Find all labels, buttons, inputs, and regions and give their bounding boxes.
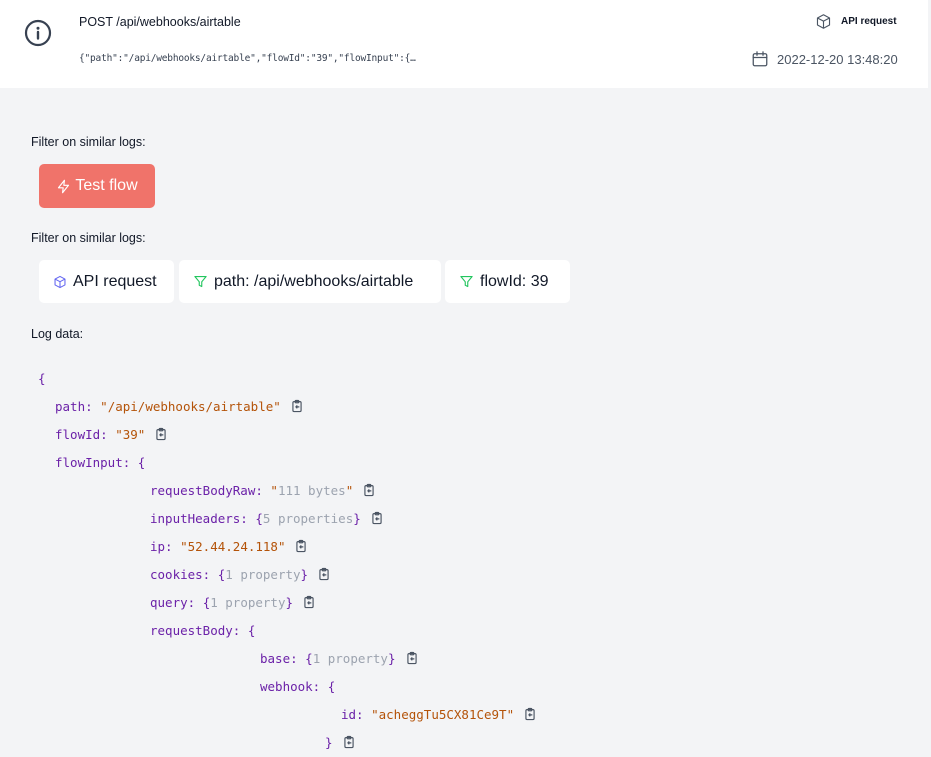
json-key: requestBodyRaw: xyxy=(150,482,263,498)
json-key: cookies: xyxy=(150,566,211,582)
json-value-summary: 111 bytes xyxy=(277,482,346,498)
json-row-flowinput: flowInput: { xyxy=(55,452,145,472)
json-quote: " xyxy=(270,482,278,498)
filter-chip-flow-id[interactable]: flowId: 39 xyxy=(445,260,570,303)
json-collapsed-summary[interactable]: 5 properties xyxy=(263,511,353,526)
filter-chip-label: path: /api/webhooks/airtable xyxy=(214,272,414,290)
json-open-brace[interactable]: { xyxy=(328,679,336,694)
json-key: flowId: xyxy=(55,426,108,442)
json-open-brace[interactable]: { xyxy=(38,371,46,386)
json-row-query: query: {1 property} xyxy=(150,592,316,612)
test-flow-button[interactable]: Test flow xyxy=(39,164,155,208)
json-quote: " xyxy=(345,482,354,498)
copy-icon[interactable] xyxy=(154,427,168,441)
calendar-icon xyxy=(752,51,768,67)
json-row-ip: ip: "52.44.24.118" xyxy=(150,536,308,556)
json-open-brace[interactable]: { xyxy=(255,511,263,526)
copy-icon[interactable] xyxy=(317,567,331,581)
json-close-brace: } xyxy=(353,510,361,526)
json-key: webhook: xyxy=(260,678,321,694)
json-key: ip: xyxy=(150,538,173,554)
json-close-brace: } xyxy=(387,650,396,666)
json-key: base: xyxy=(260,650,298,666)
json-close-brace: } xyxy=(300,566,309,582)
json-value: "/api/webhooks/airtable" xyxy=(100,398,281,414)
filter-label: Filter on similar logs: xyxy=(31,135,146,149)
log-header: POST /api/webhooks/airtable {"path":"/ap… xyxy=(0,0,928,88)
copy-icon[interactable] xyxy=(405,651,419,665)
json-key: query: xyxy=(150,594,196,610)
copy-icon[interactable] xyxy=(362,483,376,497)
json-close-brace: } xyxy=(325,734,333,750)
json-key: requestBody: xyxy=(150,622,241,638)
json-key: inputHeaders: xyxy=(150,510,248,526)
json-row-flowid: flowId: "39" xyxy=(55,424,168,444)
filter-icon xyxy=(194,275,207,288)
cube-icon xyxy=(54,275,66,288)
lightning-icon xyxy=(58,179,70,193)
json-open-brace[interactable]: { xyxy=(305,651,313,666)
json-row-cookies: cookies: {1 property} xyxy=(150,564,331,584)
log-summary: {"path":"/api/webhooks/airtable","flowId… xyxy=(79,53,416,64)
json-row-base: base: {1 property} xyxy=(260,648,419,668)
filter-icon xyxy=(460,275,473,288)
log-date: 2022-12-20 13:48:20 xyxy=(751,50,898,68)
info-icon xyxy=(24,19,52,47)
json-row-webhook-close: } xyxy=(325,732,356,752)
json-row-requestbody: requestBody: { xyxy=(150,620,255,640)
copy-icon[interactable] xyxy=(302,595,316,609)
json-collapsed-summary[interactable]: 1 property xyxy=(313,651,388,666)
json-value: "39" xyxy=(115,426,146,442)
json-open-brace[interactable]: { xyxy=(138,455,146,470)
json-close-brace: } xyxy=(285,594,294,610)
test-flow-label: Test flow xyxy=(75,177,138,194)
json-value: "52.44.24.118" xyxy=(180,538,286,554)
log-type-label: API request xyxy=(841,16,897,27)
json-collapsed-summary[interactable]: 1 property xyxy=(210,595,285,610)
log-type-badge: API request xyxy=(815,13,897,30)
copy-icon[interactable] xyxy=(294,539,308,553)
log-datetime: 2022-12-20 13:48:20 xyxy=(777,51,898,67)
json-key: id: xyxy=(341,706,364,722)
log-data-label: Log data: xyxy=(31,327,84,341)
filter-chip-path[interactable]: path: /api/webhooks/airtable xyxy=(179,260,441,303)
log-title: POST /api/webhooks/airtable xyxy=(79,15,241,29)
json-row-id: id: "acheggTu5CX81Ce9T" xyxy=(341,704,537,724)
filter-chip-api-request[interactable]: API request xyxy=(39,260,174,303)
filter-chip-label: flowId: 39 xyxy=(480,272,549,290)
filter-label: Filter on similar logs: xyxy=(31,231,146,245)
cube-icon xyxy=(816,14,831,29)
copy-icon[interactable] xyxy=(370,511,384,525)
json-collapsed-summary[interactable]: 1 property xyxy=(225,567,300,582)
json-key: path: xyxy=(55,398,93,414)
json-open-brace[interactable]: { xyxy=(203,595,211,610)
copy-icon[interactable] xyxy=(342,735,356,749)
json-row-inputheaders: inputHeaders: {5 properties} xyxy=(150,508,384,528)
json-open-brace[interactable]: { xyxy=(248,623,256,638)
copy-icon[interactable] xyxy=(523,707,537,721)
json-row-path: path: "/api/webhooks/airtable" xyxy=(55,396,304,416)
json-key: flowInput: xyxy=(55,454,131,470)
json-root: { xyxy=(38,368,46,388)
json-row-webhook: webhook: { xyxy=(260,676,335,696)
json-open-brace[interactable]: { xyxy=(218,567,226,582)
copy-icon[interactable] xyxy=(290,399,304,413)
json-row-requestbodyraw: requestBodyRaw: " 111 bytes " xyxy=(150,480,376,500)
json-value: "acheggTu5CX81Ce9T" xyxy=(371,706,515,722)
filter-chip-label: API request xyxy=(73,272,157,290)
